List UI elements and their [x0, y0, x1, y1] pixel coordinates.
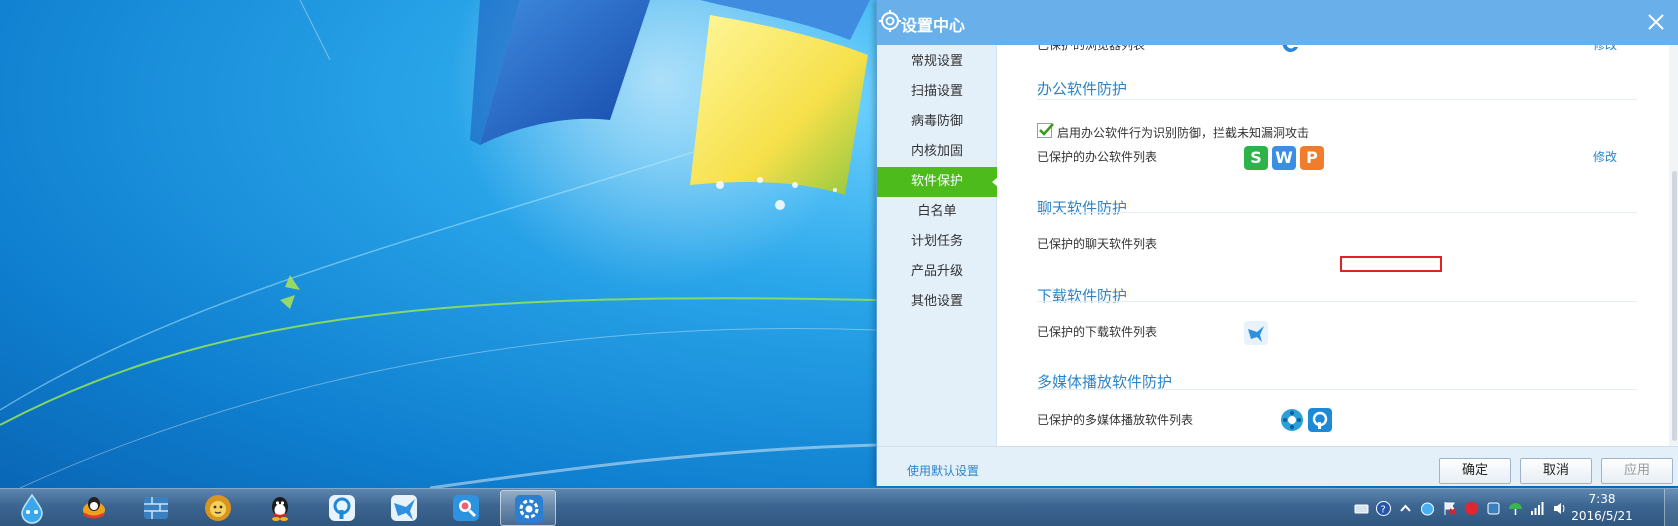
chat-section-title: 聊天软件防护	[1037, 199, 1128, 217]
stop-tray-icon[interactable]	[1464, 501, 1479, 516]
sidebar-item-virus-defense[interactable]: 病毒防御	[877, 107, 997, 137]
sidebar-item-software-protection[interactable]: 软件保护	[877, 167, 998, 197]
clock-date: 2016/5/21	[1571, 509, 1633, 523]
wps-presentation-icon: P	[1300, 146, 1324, 170]
taskbar-clock[interactable]: 7:38 2016/5/21	[1562, 491, 1642, 525]
sidebar-item-scheduled-tasks[interactable]: 计划任务	[877, 227, 997, 257]
title-bar[interactable]: 设置中心	[877, 0, 1678, 45]
wps-writer-icon: S	[1244, 146, 1268, 170]
sidebar-item-kernel[interactable]: 内核加固	[877, 137, 997, 167]
qq-app-icon[interactable]	[252, 490, 308, 526]
media-list-label: 已保护的多媒体播放软件列表	[1037, 413, 1194, 427]
settings-sidebar: 常规设置 扫描设置 病毒防御 内核加固 软件保护 白名单 计划任务 产品升级 其…	[877, 45, 998, 446]
section-divider	[1037, 389, 1637, 390]
ok-button[interactable]: 确定	[1439, 458, 1511, 484]
xunlei-bird-icon	[1244, 321, 1268, 345]
firewall-app-icon[interactable]	[128, 490, 184, 526]
sidebar-item-other[interactable]: 其他设置	[877, 287, 997, 317]
office-checkbox-label: 启用办公软件行为识别防御，拦截未知漏洞攻击	[1057, 126, 1310, 140]
show-hidden-icons-icon[interactable]	[1398, 501, 1413, 516]
cancel-button[interactable]: 取消	[1520, 458, 1592, 484]
settings-gear-app-icon[interactable]	[500, 490, 556, 526]
checkmark-icon	[1039, 123, 1054, 136]
ie-browser-icon	[1282, 45, 1298, 52]
chat-list-label: 已保护的聊天软件列表	[1037, 237, 1158, 251]
show-desktop-button[interactable]	[1664, 489, 1678, 526]
office-modify-link[interactable]: 修改	[1593, 148, 1617, 165]
droplet-tray-icon[interactable]	[1420, 501, 1435, 516]
section-divider	[1037, 301, 1637, 302]
help-icon[interactable]: ?	[1376, 501, 1391, 516]
clock-time: 7:38	[1588, 492, 1616, 506]
scrollbar-thumb[interactable]	[1672, 171, 1677, 441]
scrollbar-track[interactable]	[1669, 45, 1678, 446]
keyboard-icon[interactable]	[1354, 501, 1369, 516]
sidebar-item-scan[interactable]: 扫描设置	[877, 77, 997, 107]
pptv-player-icon	[1308, 408, 1332, 432]
umbrella-tray-icon[interactable]	[1508, 501, 1523, 516]
settings-window: 设置中心 常规设置 扫描设置 病毒防御 内核加固 软件保护 白名单 计划任务 产…	[876, 0, 1678, 486]
svg-text:?: ?	[1381, 505, 1386, 516]
browser-list-label: 已保护的浏览器列表	[1037, 45, 1146, 52]
action-center-flag-icon[interactable]	[1442, 501, 1457, 516]
pptv-app-icon[interactable]	[314, 490, 370, 526]
gear-icon	[879, 10, 901, 32]
lion-app-icon[interactable]	[190, 490, 246, 526]
close-icon[interactable]	[1642, 8, 1670, 36]
download-list-label: 已保护的下载软件列表	[1037, 325, 1158, 339]
office-section-title: 办公软件防护	[1037, 80, 1128, 98]
sidebar-item-whitelist[interactable]: 白名单	[877, 197, 997, 227]
qq-penguin-app-icon[interactable]	[66, 490, 122, 526]
sidebar-item-upgrade[interactable]: 产品升级	[877, 257, 997, 287]
highlight-box	[1340, 256, 1442, 272]
search-user-app-icon[interactable]	[438, 490, 494, 526]
windows-logo-wallpaper	[0, 0, 876, 488]
office-list-label: 已保护的办公软件列表	[1037, 150, 1158, 164]
sidebar-item-general[interactable]: 常规设置	[877, 47, 997, 77]
window-title: 设置中心	[901, 16, 966, 35]
film-reel-icon	[1281, 409, 1303, 431]
restore-default-link[interactable]: 使用默认设置	[907, 462, 979, 479]
wps-word-icon: W	[1272, 146, 1296, 170]
settings-content: 已保护的浏览器列表 修改 办公软件防护 启用办公软件行为识别防御，拦截未知漏洞攻…	[997, 45, 1678, 446]
download-section-title: 下载软件防护	[1037, 287, 1128, 305]
network-signal-icon[interactable]	[1530, 501, 1545, 516]
office-protection-checkbox[interactable]	[1037, 123, 1054, 138]
droplet-app-icon[interactable]	[4, 490, 60, 526]
xunlei-app-icon[interactable]	[376, 490, 432, 526]
section-divider	[1037, 99, 1637, 100]
system-tray: ?	[1354, 489, 1594, 526]
firewall-tray-icon[interactable]	[1486, 501, 1501, 516]
apply-button[interactable]: 应用	[1601, 458, 1673, 484]
browser-modify-link[interactable]: 修改	[1593, 45, 1617, 53]
settings-footer: 使用默认设置 确定 取消 应用	[877, 446, 1678, 486]
section-divider	[1037, 212, 1637, 213]
taskbar: ? 7:38 2016/5/21	[0, 488, 1678, 526]
